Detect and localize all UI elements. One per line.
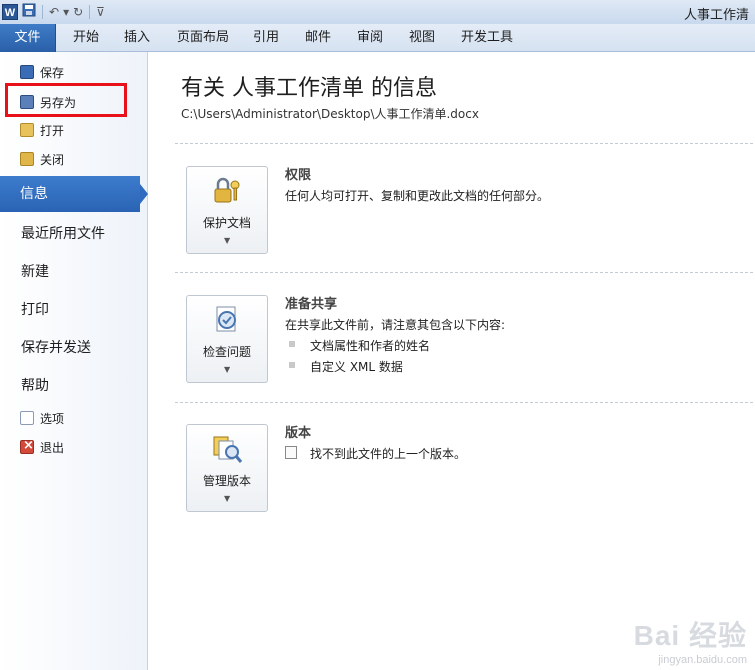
file-path: C:\Users\Administrator\Desktop\人事工作清单.do… (181, 107, 479, 121)
undo-dropdown-icon[interactable]: ▾ (63, 4, 69, 20)
sidebar-item-recent[interactable]: 最近所用文件 (21, 223, 105, 243)
close-folder-icon (20, 152, 34, 166)
list-item: 自定义 XML 数据 (310, 360, 403, 374)
info-panel: 有关 人事工作清单 的信息 C:\Users\Administrator\Des… (149, 52, 755, 670)
save-icon[interactable] (22, 3, 36, 21)
tab-mailings[interactable]: 邮件 (305, 24, 331, 52)
section-title-prepare: 准备共享 (285, 297, 338, 312)
sidebar-item-label: 保存 (40, 65, 65, 80)
section-divider (175, 143, 753, 144)
sidebar-item-save[interactable]: 保存 (20, 62, 64, 82)
open-folder-icon (20, 123, 34, 137)
watermark-brand: Bai 经验 (633, 620, 747, 651)
redo-icon[interactable]: ↻ (73, 4, 83, 20)
section-text-prepare: 在共享此文件前，请注意其包含以下内容: (285, 318, 506, 332)
section-title-permissions: 权限 (285, 168, 312, 183)
section-title-versions: 版本 (285, 426, 312, 441)
ribbon-tab-bar: 文件 开始 插入 页面布局 引用 邮件 审阅 视图 开发工具 (0, 24, 755, 52)
customize-qat-icon[interactable]: ⊽ (96, 4, 105, 20)
tab-page-layout[interactable]: 页面布局 (177, 24, 229, 52)
sidebar-item-label: 退出 (40, 440, 65, 455)
tab-review[interactable]: 审阅 (357, 24, 383, 52)
check-issues-button[interactable]: 检查问题 ▼ (186, 295, 268, 383)
bullet-marker (289, 362, 295, 368)
watermark-url: jingyan.baidu.com (658, 654, 747, 666)
quick-access-toolbar: W ↶ ▾ ↻ ⊽ (2, 3, 105, 21)
section-divider (175, 402, 753, 403)
sidebar-item-label: 选项 (40, 411, 65, 426)
tab-view[interactable]: 视图 (409, 24, 435, 52)
sidebar-item-print[interactable]: 打印 (21, 299, 49, 319)
watermark: Bai 经验 jingyan.baidu.com (634, 614, 747, 666)
inspect-document-icon (216, 306, 236, 332)
page-title: 有关 人事工作清单 的信息 (181, 76, 437, 101)
section-text-permissions: 任何人均可打开、复制和更改此文档的任何部分。 (285, 189, 550, 203)
section-divider (175, 272, 753, 273)
chevron-down-icon: ▼ (224, 494, 231, 503)
qat-separator (89, 5, 91, 19)
sidebar-item-label: 关闭 (40, 152, 65, 167)
bullet-marker (289, 341, 295, 347)
sidebar-item-new[interactable]: 新建 (21, 261, 49, 281)
button-label: 管理版本 (202, 474, 251, 488)
save-icon (20, 65, 34, 79)
chevron-down-icon: ▼ (224, 236, 231, 245)
section-text-versions: 找不到此文件的上一个版本。 (310, 447, 467, 461)
list-item: 文档属性和作者的姓名 (310, 339, 431, 353)
undo-icon[interactable]: ↶ (49, 4, 59, 20)
window-title: 人事工作清 (683, 8, 749, 23)
backstage-sidebar: 保存 另存为 打开 关闭 最近所用文件 新建 打印 保存并发送 帮助 选项 退出 (0, 52, 148, 670)
sidebar-item-options[interactable]: 选项 (20, 408, 64, 428)
tab-developer[interactable]: 开发工具 (461, 24, 513, 52)
tab-insert[interactable]: 插入 (124, 24, 150, 52)
button-label: 检查问题 (202, 345, 251, 359)
chevron-down-icon: ▼ (224, 365, 231, 374)
qat-separator (42, 5, 43, 19)
version-document-icon (285, 446, 297, 459)
word-app-icon[interactable]: W (2, 4, 18, 20)
sidebar-item-exit[interactable]: 退出 (20, 437, 64, 457)
tab-file[interactable]: 文件 (0, 24, 56, 52)
title-bar: W ↶ ▾ ↻ ⊽ 人事工作清 (0, 0, 755, 24)
sidebar-item-help[interactable]: 帮助 (21, 375, 49, 395)
lock-key-icon (214, 177, 240, 203)
protect-document-button[interactable]: 保护文档 ▼ (186, 166, 268, 254)
selected-arrow-indicator (140, 184, 148, 204)
button-label: 保护文档 (202, 216, 251, 230)
manage-versions-button[interactable]: 管理版本 ▼ (186, 424, 268, 512)
tab-references[interactable]: 引用 (253, 24, 279, 52)
exit-icon (20, 438, 34, 454)
sidebar-item-open[interactable]: 打开 (20, 120, 64, 140)
tab-home[interactable]: 开始 (73, 24, 99, 52)
sidebar-item-label: 打开 (40, 123, 65, 138)
manage-versions-icon (213, 436, 243, 463)
sidebar-item-close[interactable]: 关闭 (20, 149, 64, 169)
options-icon (20, 411, 34, 425)
sidebar-item-save-send[interactable]: 保存并发送 (21, 337, 91, 357)
sidebar-item-info[interactable]: 信息 (0, 176, 140, 212)
highlight-annotation-box (5, 83, 127, 117)
